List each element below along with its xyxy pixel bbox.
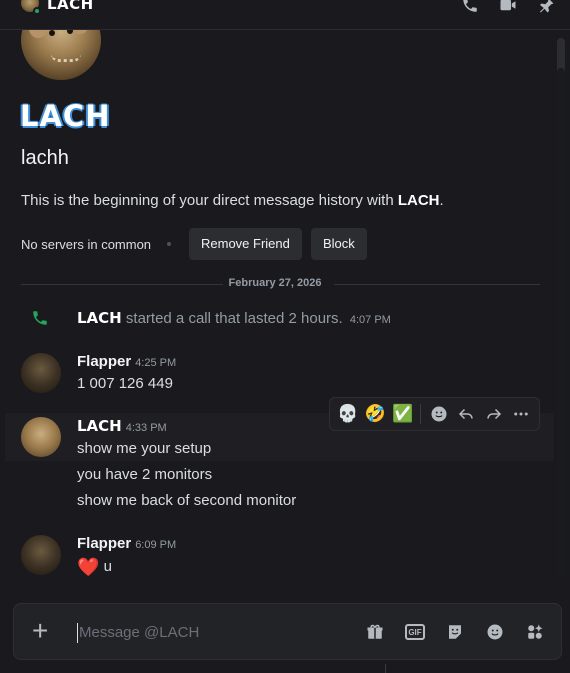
profile-username: lachh	[21, 147, 69, 169]
message-text: ❤️ u	[77, 557, 112, 578]
message-header: Flapper 6:09 PM	[77, 535, 176, 552]
message-timestamp: 4:25 PM	[135, 357, 177, 369]
message-header: LACH 4:33 PM	[77, 417, 167, 435]
message-text: 1 007 126 449	[77, 375, 173, 392]
message-hover-toolbar: 💀 🤣 ✅	[329, 397, 540, 431]
call-author[interactable]: LACH	[77, 309, 122, 327]
date-divider: February 27, 2026	[228, 277, 322, 289]
composer-actions: GIF	[365, 622, 545, 642]
text-caret	[77, 623, 78, 643]
header-title[interactable]: LACH	[47, 0, 94, 13]
scrollbar-thumb[interactable]	[557, 68, 565, 578]
mutual-servers-text: No servers in common	[21, 237, 152, 252]
reply-icon[interactable]	[453, 400, 480, 428]
dm-header: LACH	[0, 0, 570, 30]
message-text: you have 2 monitors	[77, 466, 213, 483]
add-reaction-icon[interactable]	[425, 400, 452, 428]
message-text-content: u	[103, 558, 112, 575]
message-timestamp: 6:09 PM	[135, 539, 177, 551]
message-composer: + Message @LACH GIF	[13, 603, 562, 660]
reaction-check-button[interactable]: ✅	[389, 400, 416, 428]
message-timestamp: 4:33 PM	[125, 422, 167, 434]
intro-suffix: .	[439, 192, 444, 209]
toolbar-divider	[420, 404, 422, 424]
sticker-icon[interactable]	[445, 622, 465, 642]
call-text: started a call that lasted 2 hours.	[125, 310, 343, 327]
voice-call-icon[interactable]	[460, 0, 480, 16]
dm-intro-text: This is the beginning of your direct mes…	[21, 192, 444, 209]
message-author[interactable]: LACH	[77, 417, 122, 435]
intro-name: LACH	[397, 192, 440, 209]
gif-icon[interactable]: GIF	[405, 624, 425, 640]
remove-friend-button[interactable]: Remove Friend	[189, 228, 302, 260]
call-started-icon	[33, 311, 47, 325]
more-icon[interactable]	[508, 400, 535, 428]
message-list[interactable]: LACH lachh This is the beginning of your…	[0, 30, 570, 598]
video-call-icon[interactable]	[498, 0, 518, 16]
add-attachment-icon[interactable]: +	[32, 617, 48, 645]
separator-dot	[167, 242, 171, 246]
emoji-icon[interactable]	[485, 622, 505, 642]
avatar[interactable]	[21, 353, 61, 393]
reaction-skull-button[interactable]: 💀	[334, 400, 361, 428]
avatar[interactable]	[21, 417, 61, 457]
message-text: show me back of second monitor	[77, 492, 297, 509]
message-author[interactable]: Flapper	[77, 353, 131, 370]
message-input[interactable]: Message @LACH	[79, 624, 199, 641]
message-text: show me your setup	[77, 440, 212, 457]
online-status-indicator	[33, 7, 41, 15]
intro-prefix: This is the beginning of your direct mes…	[21, 192, 398, 209]
profile-avatar[interactable]	[21, 30, 101, 80]
message-author[interactable]: Flapper	[77, 535, 131, 552]
profile-display-name: LACH	[20, 99, 111, 133]
call-system-message: LACH started a call that lasted 2 hours.…	[77, 309, 391, 327]
forward-icon[interactable]	[480, 400, 507, 428]
avatar[interactable]	[21, 535, 61, 575]
reaction-rofl-button[interactable]: 🤣	[361, 400, 388, 428]
gift-icon[interactable]	[365, 622, 385, 642]
window-divider	[385, 664, 386, 673]
heart-emoji[interactable]: ❤️	[77, 557, 99, 578]
header-actions	[460, 0, 556, 16]
apps-icon[interactable]	[525, 622, 545, 642]
call-timestamp: 4:07 PM	[349, 314, 391, 326]
pin-icon[interactable]	[536, 0, 556, 16]
block-button[interactable]: Block	[311, 228, 367, 260]
message-header: Flapper 4:25 PM	[77, 353, 176, 370]
